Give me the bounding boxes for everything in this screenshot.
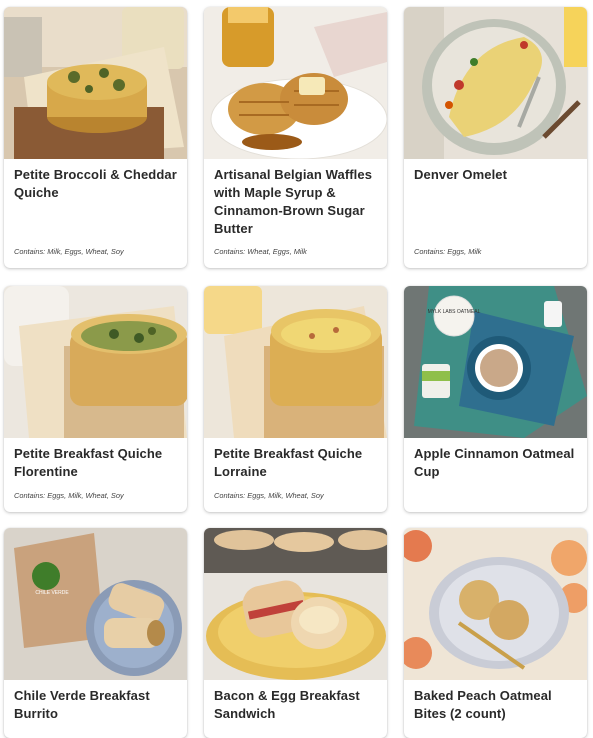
- product-image[interactable]: [204, 286, 387, 438]
- product-title[interactable]: Apple Cinnamon Oatmeal Cup: [414, 445, 579, 481]
- product-title[interactable]: Chile Verde Breakfast Burrito: [14, 687, 179, 723]
- allergen-info: Contains: Eggs, Milk, Wheat, Soy: [14, 491, 124, 500]
- product-title[interactable]: Petite Breakfast Quiche Lorraine: [214, 445, 379, 481]
- product-image[interactable]: CHILE VERDE: [4, 528, 187, 680]
- burrito-wrapper-label: CHILE VERDE: [35, 590, 69, 596]
- product-card-denver-omelet[interactable]: Denver Omelet Contains: Eggs, Milk: [404, 7, 587, 268]
- product-image[interactable]: [4, 7, 187, 159]
- product-title[interactable]: Baked Peach Oatmeal Bites (2 count): [414, 687, 579, 723]
- product-card-chile-verde-burrito[interactable]: CHILE VERDE Chile Verde Breakfast Burrit…: [4, 528, 187, 738]
- allergen-info: Contains: Milk, Eggs, Wheat, Soy: [14, 247, 124, 256]
- product-card-quiche-florentine[interactable]: Petite Breakfast Quiche Florentine Conta…: [4, 286, 187, 512]
- product-card-peach-oatmeal-bites[interactable]: Baked Peach Oatmeal Bites (2 count): [404, 528, 587, 738]
- allergen-info: Contains: Eggs, Milk: [414, 247, 482, 256]
- product-title[interactable]: Denver Omelet: [414, 166, 579, 184]
- allergen-info: Contains: Eggs, Milk, Wheat, Soy: [214, 491, 324, 500]
- product-title[interactable]: Bacon & Egg Breakfast Sandwich: [214, 687, 379, 723]
- product-card-broccoli-quiche[interactable]: Petite Broccoli & Cheddar Quiche Contain…: [4, 7, 187, 268]
- allergen-info: Contains: Wheat, Eggs, Milk: [214, 247, 307, 256]
- product-image[interactable]: [204, 7, 387, 159]
- product-title[interactable]: Petite Breakfast Quiche Florentine: [14, 445, 179, 481]
- product-image[interactable]: [404, 528, 587, 680]
- product-image[interactable]: [204, 528, 387, 680]
- product-image[interactable]: [4, 286, 187, 438]
- product-image[interactable]: MYLK LABS OATMEAL: [404, 286, 587, 438]
- product-card-belgian-waffles[interactable]: Artisanal Belgian Waffles with Maple Syr…: [204, 7, 387, 268]
- product-card-apple-cinnamon-oatmeal[interactable]: MYLK LABS OATMEAL Apple Cinnamon Oatmeal…: [404, 286, 587, 512]
- oatmeal-lid-label: MYLK LABS OATMEAL: [428, 309, 481, 315]
- product-card-bacon-egg-sandwich[interactable]: Bacon & Egg Breakfast Sandwich: [204, 528, 387, 738]
- product-image[interactable]: [404, 7, 587, 159]
- product-title[interactable]: Artisanal Belgian Waffles with Maple Syr…: [214, 166, 379, 238]
- product-card-quiche-lorraine[interactable]: Petite Breakfast Quiche Lorraine Contain…: [204, 286, 387, 512]
- product-title[interactable]: Petite Broccoli & Cheddar Quiche: [14, 166, 179, 202]
